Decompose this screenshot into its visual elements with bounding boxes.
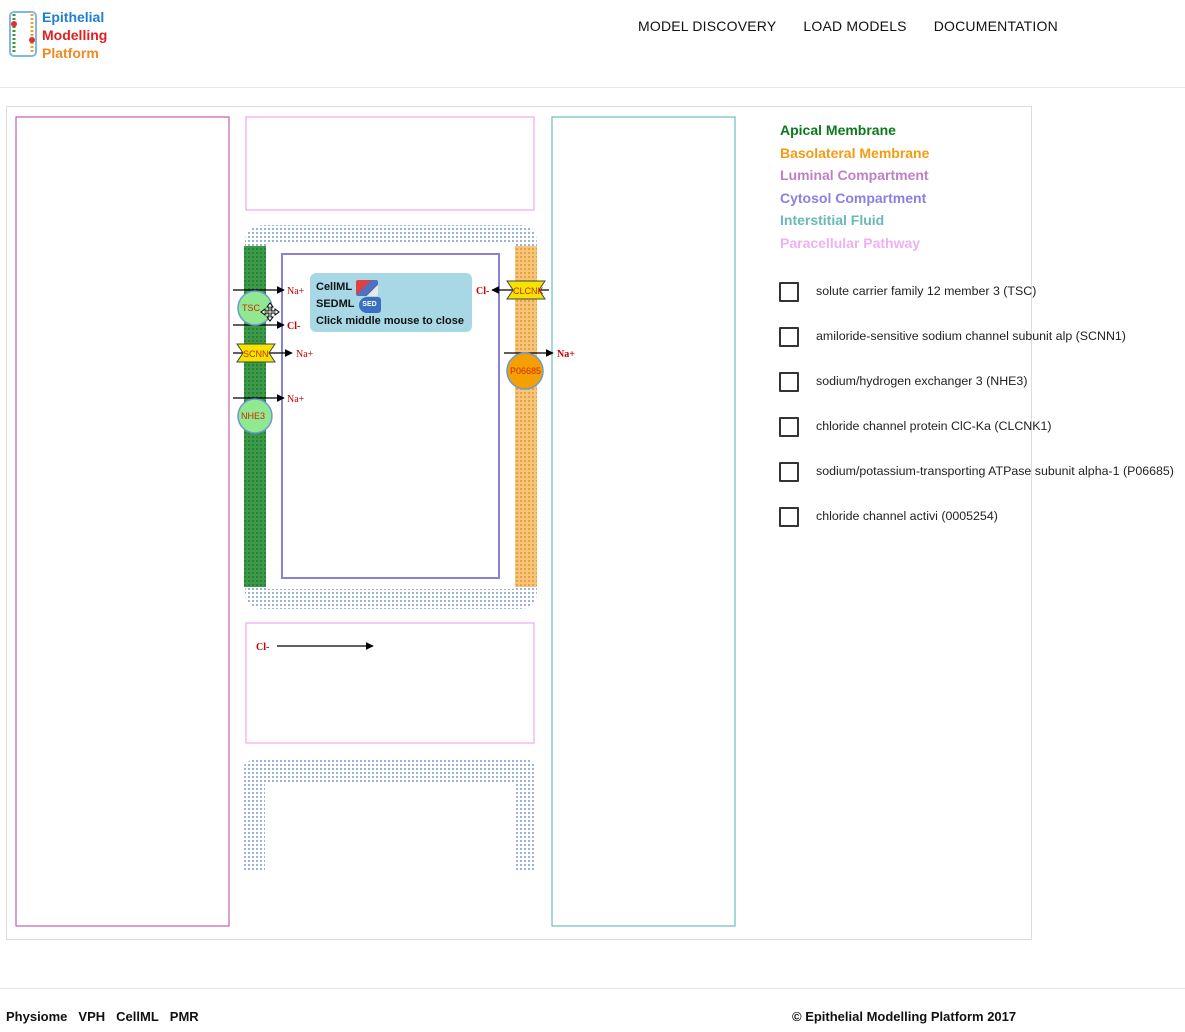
nav-model-discovery[interactable]: MODEL DISCOVERY [638,18,776,34]
cellml-icon[interactable] [356,279,379,296]
logo[interactable]: Epithelial Modelling Platform [8,6,128,62]
legend-apical: Apical Membrane [780,122,896,138]
epithelial-diagram[interactable]: TSC SCNN NHE3 CLCNK P06685 Na+ Cl- Na+ N… [7,107,767,939]
model-checklist: solute carrier family 12 member 3 (TSC) … [779,280,1185,550]
popup-cellml-label: CellML [316,281,353,293]
apical-na-label-2: Na+ [296,349,314,360]
logo-text: Epithelial Modelling Platform [42,8,107,62]
checkbox[interactable] [779,282,799,302]
nhe3-label: NHE3 [241,411,265,421]
baso-cl-label: Cl- [476,286,489,297]
footer: Physiome VPH CellML PMR © Epithelial Mod… [0,988,1185,1032]
scnn-label: SCNN [243,349,269,359]
apical-cl-label-1: Cl- [287,321,300,332]
check-row-clcnk1[interactable]: chloride channel protein ClC-Ka (CLCNK1) [779,415,1185,460]
footer-link-physiome[interactable]: Physiome [6,1009,67,1024]
check-label: solute carrier family 12 member 3 (TSC) [816,284,1037,298]
header: Epithelial Modelling Platform MODEL DISC… [0,0,1185,88]
popup-sedml-row[interactable]: SEDML SED [316,296,466,313]
popup-close-hint: Click middle mouse to close [316,315,464,327]
check-row-scnn1[interactable]: amiloride-sensitive sodium channel subun… [779,325,1185,370]
legend-basolateral: Basolateral Membrane [780,144,930,161]
checkbox[interactable] [779,417,799,437]
clcnk-label: CLCNK [513,286,544,296]
apical-na-label-3: Na+ [287,394,305,405]
check-row-nhe3[interactable]: sodium/hydrogen exchanger 3 (NHE3) [779,370,1185,415]
model-popup[interactable]: CellML SEDML SED Click middle mouse to c… [310,273,472,332]
second-cell-junction [242,759,536,871]
footer-link-pmr[interactable]: PMR [170,1009,199,1024]
paracellular-pathway-bottom[interactable] [245,622,535,744]
legend: Apical Membrane Basolateral Membrane Lum… [780,119,929,255]
footer-links: Physiome VPH CellML PMR [6,1009,199,1024]
tsc-label: TSC [242,303,261,313]
main-nav: MODEL DISCOVERY LOAD MODELS DOCUMENTATIO… [638,18,1058,34]
legend-cytosol: Cytosol Compartment [780,189,927,206]
check-row-0005254[interactable]: chloride channel activi (0005254) [779,505,1185,550]
p06685-label: P06685 [510,366,541,376]
sedml-icon[interactable]: SED [358,296,381,313]
diagram-canvas: TSC SCNN NHE3 CLCNK P06685 Na+ Cl- Na+ N… [15,116,736,927]
checkbox[interactable] [779,372,799,392]
footer-link-cellml[interactable]: CellML [116,1009,159,1024]
check-label: chloride channel protein ClC-Ka (CLCNK1) [816,419,1052,433]
popup-sedml-label: SEDML [316,298,355,310]
legend-luminal: Luminal Compartment [780,167,929,184]
logo-line-1: Epithelial [42,9,105,25]
checkbox[interactable] [779,327,799,347]
checkbox[interactable] [779,507,799,527]
check-label: amiloride-sensitive sodium channel subun… [816,329,1126,343]
check-row-tsc[interactable]: solute carrier family 12 member 3 (TSC) [779,280,1185,325]
check-row-p06685[interactable]: sodium/potassium-transporting ATPase sub… [779,460,1185,505]
footer-link-vph[interactable]: VPH [78,1009,105,1024]
check-label: chloride channel activi (0005254) [816,509,998,523]
popup-cellml-row[interactable]: CellML [316,279,466,296]
para-cl-label: Cl- [256,642,269,653]
check-label: sodium/potassium-transporting ATPase sub… [816,464,1174,478]
logo-line-2: Modelling [42,27,108,43]
copyright: © Epithelial Modelling Platform 2017 [792,1009,1017,1024]
legend-paracellular: Paracellular Pathway [780,234,921,251]
apical-na-label-1: Na+ [287,286,305,297]
interstitial-fluid[interactable] [551,116,736,927]
checkbox[interactable] [779,462,799,482]
paracellular-pathway-top[interactable] [245,116,535,211]
luminal-compartment[interactable] [15,116,230,927]
baso-na-label: Na+ [557,349,575,360]
legend-interstitial: Interstitial Fluid [780,212,885,229]
nav-documentation[interactable]: DOCUMENTATION [934,18,1058,34]
check-label: sodium/hydrogen exchanger 3 (NHE3) [816,374,1028,388]
logo-line-3: Platform [42,45,99,61]
nav-load-models[interactable]: LOAD MODELS [803,18,906,34]
logo-icon [9,11,37,57]
workspace-panel: TSC SCNN NHE3 CLCNK P06685 Na+ Cl- Na+ N… [6,106,1174,940]
